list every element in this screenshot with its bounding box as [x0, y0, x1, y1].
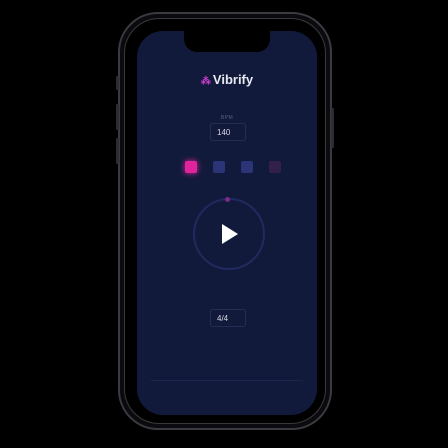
bpm-input[interactable]: 140 [210, 123, 246, 141]
play-icon [222, 224, 238, 244]
time-signature-value: 4/4 [217, 313, 229, 323]
app-screen: ⁂ Vibrify BPM 140 4/4 [137, 31, 317, 415]
app-name: Vibrify [212, 72, 254, 87]
beat-indicator-3[interactable] [241, 161, 253, 173]
beat-indicator-1[interactable] [185, 161, 197, 173]
progress-dot [225, 197, 230, 202]
mute-switch [116, 76, 119, 90]
time-signature-input[interactable]: 4/4 [210, 309, 246, 327]
bpm-label: BPM [220, 115, 234, 121]
bpm-value: 140 [217, 127, 231, 137]
logo-mark-icon: ⁂ [200, 76, 211, 87]
app-logo: ⁂ Vibrify [137, 72, 317, 87]
volume-up-button [116, 104, 119, 130]
beat-indicator-2[interactable] [213, 161, 225, 173]
phone-notch [184, 31, 270, 52]
volume-down-button [116, 138, 119, 164]
divider [151, 380, 303, 381]
play-button[interactable] [193, 197, 265, 270]
power-button [331, 108, 334, 148]
beat-indicator-4[interactable] [269, 161, 281, 173]
phone-frame: ⁂ Vibrify BPM 140 4/4 [116, 12, 334, 430]
